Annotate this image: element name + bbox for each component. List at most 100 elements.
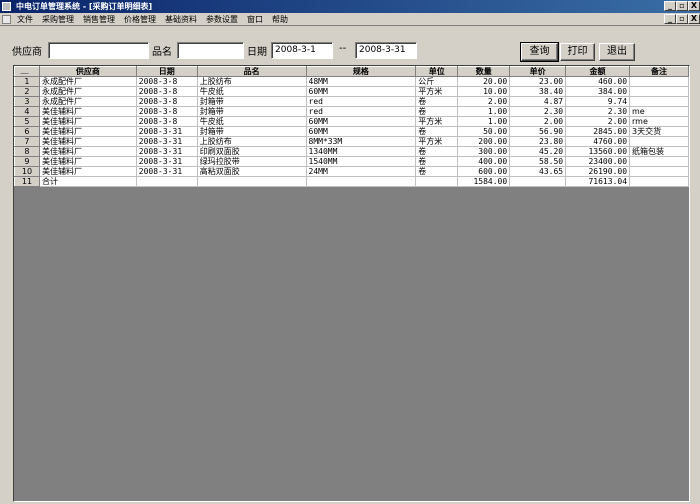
table-row[interactable]: 1 永成配件厂 2008-3-8 上胶纺布 48MM 公斤 20.00 23.00 460.00 — [14, 76, 689, 87]
cell-n[interactable]: 6 — [14, 126, 40, 137]
cell-n[interactable]: 10 — [14, 166, 40, 177]
cell-amount[interactable]: 384.00 — [565, 86, 631, 97]
column-header[interactable]: 日期 — [135, 66, 198, 77]
cell-amount[interactable]: 13560.00 — [565, 146, 631, 157]
cell-supplier[interactable]: 永成配件厂 — [39, 76, 137, 87]
cell-date[interactable]: 2008-3-31 — [136, 166, 198, 177]
cell-qty[interactable]: 2.00 — [457, 96, 511, 107]
cell-unit[interactable]: 公斤 — [415, 76, 459, 87]
cell-supplier[interactable]: 美佳辅料厂 — [39, 146, 137, 157]
cell-n[interactable]: 8 — [14, 146, 40, 157]
cell-date[interactable] — [136, 176, 198, 187]
cell-spec[interactable]: 60MM — [306, 116, 417, 127]
date-from-input[interactable]: 2008-3-1 — [271, 42, 333, 59]
cell-product[interactable] — [197, 176, 307, 187]
cell-spec[interactable]: 8MM*33M — [306, 136, 417, 147]
cell-qty[interactable]: 10.00 — [457, 86, 511, 97]
cell-date[interactable]: 2008-3-31 — [136, 146, 198, 157]
cell-qty[interactable]: 1584.00 — [457, 176, 511, 187]
cell-n[interactable]: 2 — [14, 86, 40, 97]
menu-help[interactable]: 帮助 — [272, 13, 288, 26]
menu-basic-data[interactable]: 基础资料 — [165, 13, 197, 26]
cell-supplier[interactable]: 美佳辅料厂 — [39, 166, 137, 177]
cell-qty[interactable]: 200.00 — [457, 136, 511, 147]
query-button[interactable]: 查询 — [520, 42, 559, 62]
cell-price[interactable]: 56.90 — [509, 126, 567, 137]
product-input[interactable] — [177, 42, 244, 59]
cell-supplier[interactable]: 美佳辅料厂 — [39, 126, 137, 137]
cell-date[interactable]: 2008-3-8 — [136, 116, 198, 127]
column-header[interactable]: 备注 — [629, 66, 689, 77]
child-restore-button[interactable]: ▫ — [676, 14, 688, 24]
cell-supplier[interactable]: 永成配件厂 — [39, 96, 137, 107]
cell-spec[interactable]: 1540MM — [306, 156, 417, 167]
cell-note[interactable] — [629, 86, 689, 97]
cell-spec[interactable]: 24MM — [306, 166, 417, 177]
cell-date[interactable]: 2008-3-8 — [136, 86, 198, 97]
cell-note[interactable]: 纸箱包装 — [629, 146, 689, 157]
column-header[interactable]: 单价 — [509, 66, 567, 77]
cell-amount[interactable]: 9.74 — [565, 96, 631, 107]
cell-supplier[interactable]: 合计 — [39, 176, 137, 187]
cell-n[interactable]: 7 — [14, 136, 40, 147]
column-header[interactable]: 数量 — [457, 66, 511, 77]
cell-price[interactable]: 45.20 — [509, 146, 567, 157]
table-row[interactable]: 2 永成配件厂 2008-3-8 牛皮纸 60MM 平方米 10.00 38.40 384.00 — [14, 86, 689, 97]
cell-n[interactable]: 1 — [14, 76, 40, 87]
cell-supplier[interactable]: 美佳辅料厂 — [39, 136, 137, 147]
table-row[interactable]: 7 美佳辅料厂 2008-3-31 上胶纺布 8MM*33M 平方米 200.00 23.80… — [14, 136, 689, 147]
menu-purchase[interactable]: 采购管理 — [42, 13, 74, 26]
exit-button[interactable]: 退出 — [599, 43, 635, 61]
cell-amount[interactable]: 2845.00 — [565, 126, 631, 137]
cell-product[interactable]: 封箱带 — [197, 126, 307, 137]
cell-note[interactable] — [629, 76, 689, 87]
cell-note[interactable] — [629, 166, 689, 177]
cell-unit[interactable]: 卷 — [415, 126, 459, 137]
cell-n[interactable]: 9 — [14, 156, 40, 167]
cell-amount[interactable]: 2.30 — [565, 106, 631, 117]
table-row[interactable]: 4 美佳辅料厂 2008-3-8 封箱带 red 卷 1.00 2.30 2.30 me — [14, 106, 689, 117]
cell-price[interactable]: 38.40 — [509, 86, 567, 97]
cell-date[interactable]: 2008-3-8 — [136, 106, 198, 117]
cell-price[interactable]: 4.87 — [509, 96, 567, 107]
cell-unit[interactable]: 卷 — [415, 156, 459, 167]
cell-product[interactable]: 封箱带 — [197, 96, 307, 107]
cell-note[interactable] — [629, 136, 689, 147]
table-row[interactable]: 5 美佳辅料厂 2008-3-8 牛皮纸 60MM 平方米 1.00 2.00 2.00 rme — [14, 116, 689, 127]
cell-price[interactable]: 23.80 — [509, 136, 567, 147]
cell-unit[interactable]: 平方米 — [415, 86, 459, 97]
cell-unit[interactable]: 平方米 — [415, 136, 459, 147]
cell-qty[interactable]: 300.00 — [457, 146, 511, 157]
cell-product[interactable]: 高粘双面胶 — [197, 166, 307, 177]
cell-unit[interactable]: 卷 — [415, 106, 459, 117]
column-header[interactable]: 供应商 — [38, 66, 137, 77]
table-row[interactable]: 3 永成配件厂 2008-3-8 封箱带 red 卷 2.00 4.87 9.74 — [14, 96, 689, 107]
cell-qty[interactable]: 400.00 — [457, 156, 511, 167]
cell-spec[interactable]: 60MM — [306, 86, 417, 97]
cell-unit[interactable]: 卷 — [415, 166, 459, 177]
cell-note[interactable]: 3天交货 — [629, 126, 689, 137]
table-row[interactable]: 8 美佳辅料厂 2008-3-31 印刷双面胶 1340MM 卷 300.00 45.20 13… — [14, 146, 689, 157]
cell-amount[interactable]: 2.00 — [565, 116, 631, 127]
cell-spec[interactable]: red — [306, 96, 417, 107]
supplier-input[interactable] — [48, 42, 149, 59]
cell-date[interactable]: 2008-3-31 — [136, 126, 198, 137]
menu-sales[interactable]: 销售管理 — [83, 13, 115, 26]
cell-amount[interactable]: 4760.00 — [565, 136, 631, 147]
cell-supplier[interactable]: 美佳辅料厂 — [39, 116, 137, 127]
cell-spec[interactable] — [306, 176, 417, 187]
close-button[interactable]: X — [688, 1, 700, 11]
table-row[interactable]: 10 美佳辅料厂 2008-3-31 高粘双面胶 24MM 卷 600.00 43.65 261… — [14, 166, 689, 177]
cell-supplier[interactable]: 美佳辅料厂 — [39, 106, 137, 117]
child-close-button[interactable]: X — [688, 14, 700, 24]
table-row[interactable]: 9 美佳辅料厂 2008-3-31 绿玛拉胶带 1540MM 卷 400.00 58.50 23… — [14, 156, 689, 167]
menu-file[interactable]: 文件 — [17, 13, 33, 26]
cell-note[interactable] — [629, 96, 689, 107]
cell-n[interactable]: 3 — [14, 96, 40, 107]
print-button[interactable]: 打印 — [560, 43, 595, 61]
cell-amount[interactable]: 71613.04 — [565, 176, 631, 187]
order-detail-grid[interactable]: 供应商 日期 品名 规格 单位 数量 单价 金额 备注 1 永成配件厂 2008-3… — [13, 65, 690, 502]
cell-unit[interactable]: 卷 — [415, 96, 459, 107]
cell-supplier[interactable]: 永成配件厂 — [39, 86, 137, 97]
cell-price[interactable]: 2.00 — [509, 116, 567, 127]
